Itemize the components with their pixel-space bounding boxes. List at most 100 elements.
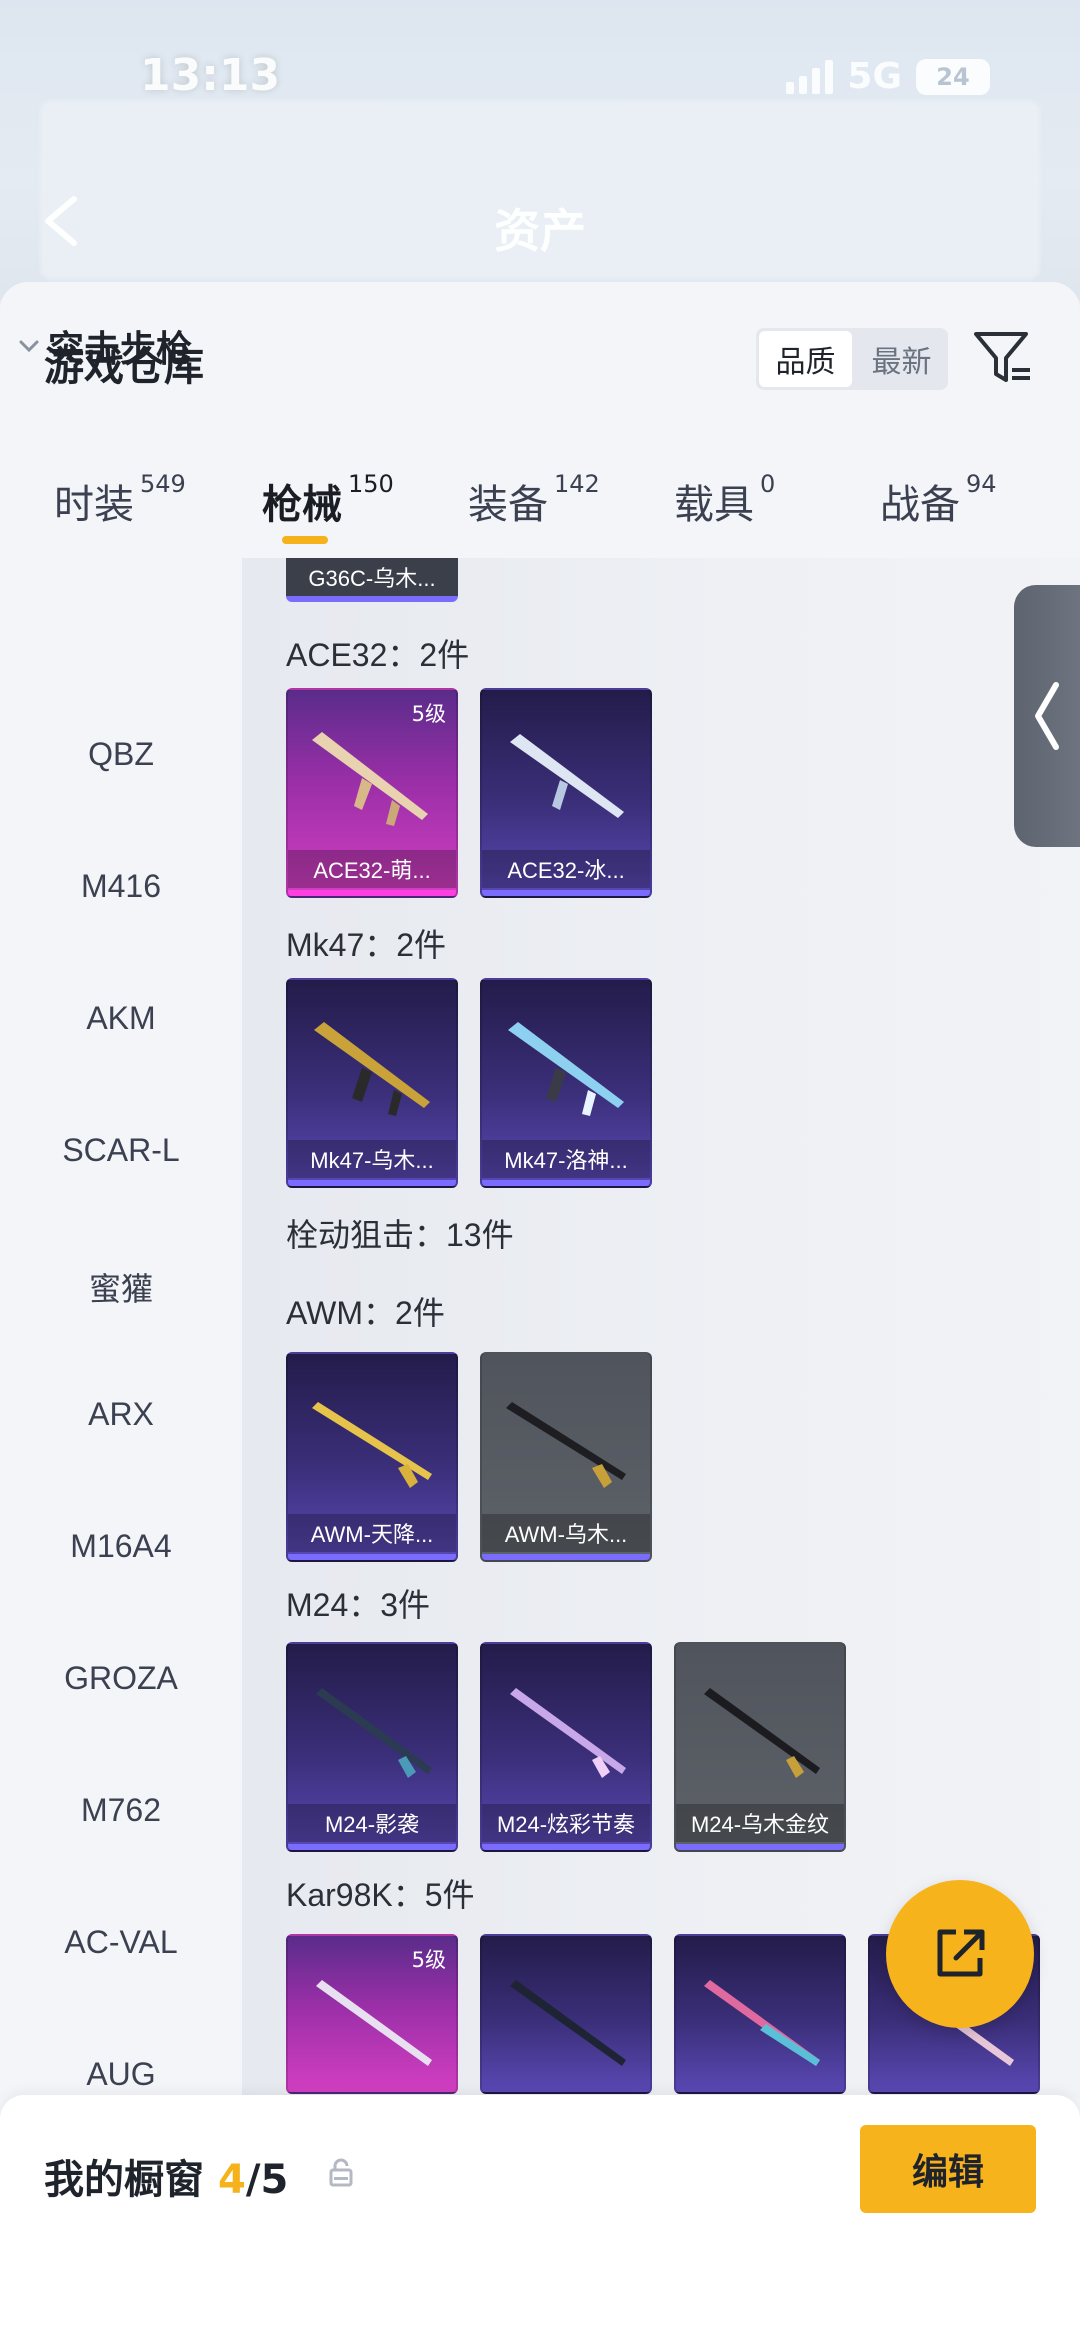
category-item-m762[interactable]: M762 [0, 1792, 242, 1829]
tab-vehicles[interactable]: 载具 0 [674, 470, 776, 530]
item-name: ACE32-萌... [288, 850, 456, 888]
chevron-down-icon [19, 340, 39, 353]
rarity-bar [482, 890, 650, 896]
rarity-bar [482, 1844, 650, 1850]
category-item-m16a4[interactable]: M16A4 [0, 1528, 242, 1565]
item-card[interactable]: AWM-乌木... [480, 1352, 652, 1562]
sniper-icon [510, 1688, 626, 1778]
lock-icon [329, 2158, 353, 2187]
rarity-bar [288, 1180, 456, 1186]
group-label: Kar98K：5件 [286, 1877, 475, 1913]
item-card-partial[interactable]: G36C-乌木... [286, 558, 458, 602]
item-name: AWM-天降... [288, 1514, 456, 1552]
rarity-bar [288, 890, 456, 896]
category-item-m416[interactable]: M416 [0, 868, 242, 905]
item-card[interactable]: Mk47-洛神... [480, 978, 652, 1188]
tab-label: 战备 [880, 482, 960, 528]
tab-count: 150 [348, 470, 394, 498]
showcase-title: 我的橱窗 4 /5 [44, 2147, 288, 2205]
category-item-akm[interactable]: AKM [0, 1000, 242, 1037]
sort-toggle: 品质 最新 [756, 328, 948, 390]
tab-label: 载具 [674, 482, 754, 528]
item-card[interactable]: AWM-天降... [286, 1352, 458, 1562]
side-panel-handle[interactable] [1014, 585, 1080, 847]
tab-weapons[interactable]: 枪械 150 [262, 470, 394, 530]
showcase-total: /5 [245, 2157, 289, 2203]
category-item-groza[interactable]: GROZA [0, 1660, 242, 1697]
sniper-icon [316, 1688, 432, 1778]
sort-quality-button[interactable]: 品质 [759, 331, 852, 387]
item-name: ACE32-冰... [482, 850, 650, 888]
group-label: ACE32：2件 [286, 637, 470, 673]
rifle-icon [312, 732, 428, 826]
chevron-left-icon [1035, 682, 1059, 750]
tab-label: 枪械 [262, 482, 342, 528]
item-card[interactable] [480, 1934, 652, 2094]
item-card[interactable]: 5级 [286, 1934, 458, 2094]
item-card[interactable] [674, 1934, 846, 2094]
rarity-bar [482, 1180, 650, 1186]
group-label: 栓动狙击：13件 [286, 1217, 514, 1253]
tab-count: 0 [760, 470, 776, 498]
item-card[interactable]: M24-炫彩节奏 [480, 1642, 652, 1852]
share-button[interactable] [886, 1880, 1034, 2028]
item-name: M24-影袭 [288, 1804, 456, 1842]
signal-icon [786, 59, 834, 94]
item-card[interactable]: 5级 ACE32-萌... [286, 688, 458, 898]
sniper-icon [704, 1688, 820, 1778]
category-item-aug[interactable]: AUG [0, 2056, 242, 2093]
rarity-bar [482, 1554, 650, 1560]
showcase-count: 4 [218, 2157, 246, 2203]
sniper-icon [312, 1402, 432, 1488]
item-name: M24-乌木金纹 [676, 1804, 844, 1842]
sniper-icon [506, 1402, 626, 1488]
rarity-bar [288, 1554, 456, 1560]
page-title: 资产 [494, 204, 586, 258]
category-tabs: 时装 549 枪械 150 装备 142 载具 0 战备 94 [0, 470, 1080, 552]
rifle-icon [510, 734, 624, 818]
tab-supplies[interactable]: 战备 94 [880, 470, 997, 530]
item-card[interactable]: M24-影袭 [286, 1642, 458, 1852]
category-item-qbz[interactable]: QBZ [0, 736, 242, 773]
group-label: M24：3件 [286, 1587, 431, 1623]
category-group-assault-rifles[interactable]: 突击步枪 [18, 320, 192, 372]
item-card[interactable]: Mk47-乌木... [286, 978, 458, 1188]
rarity-bar [676, 1844, 844, 1850]
item-name: M24-炫彩节奏 [482, 1804, 650, 1842]
filter-icon[interactable] [972, 328, 1034, 390]
category-item-honey-badger[interactable]: 蜜獾 [0, 1264, 242, 1310]
status-time: 13:13 [140, 50, 281, 101]
tab-label: 时装 [54, 482, 134, 528]
tab-costumes[interactable]: 时装 549 [54, 470, 186, 530]
category-item-ac-val[interactable]: AC-VAL [0, 1924, 242, 1961]
active-tab-indicator [282, 536, 328, 544]
edit-button[interactable]: 编辑 [860, 2125, 1036, 2213]
rifle-icon [314, 1022, 430, 1116]
tab-count: 142 [554, 470, 600, 498]
tab-equipment[interactable]: 装备 142 [468, 470, 600, 530]
sort-newest-button[interactable]: 最新 [855, 328, 948, 390]
rarity-bar [288, 1844, 456, 1850]
group-label: Mk47：2件 [286, 927, 447, 963]
item-name: Mk47-乌木... [288, 1140, 456, 1178]
item-card[interactable]: ACE32-冰... [480, 688, 652, 898]
category-item-scar-l[interactable]: SCAR-L [0, 1132, 242, 1169]
status-indicators: 5G 24 [786, 56, 990, 97]
sniper-icon [704, 1980, 820, 2066]
share-icon [937, 1929, 985, 1977]
category-group-label: 突击步枪 [48, 329, 193, 370]
sniper-icon [510, 1980, 626, 2066]
category-item-arx[interactable]: ARX [0, 1396, 242, 1433]
group-label: AWM：2件 [286, 1295, 445, 1331]
weapon-grid: G36C-乌木... ACE32：2件 5级 ACE32-萌... ACE32-… [242, 558, 1080, 2098]
showcase-label: 我的橱窗 [44, 2157, 204, 2203]
showcase-panel: 我的橱窗 4 /5 编辑 [0, 2095, 1080, 2341]
tab-count: 549 [140, 470, 186, 498]
item-name: AWM-乌木... [482, 1514, 650, 1552]
battery-level: 24 [936, 62, 970, 91]
item-card[interactable]: M24-乌木金纹 [674, 1642, 846, 1852]
tab-count: 94 [966, 470, 997, 498]
sniper-icon [316, 1980, 432, 2066]
tab-label: 装备 [468, 482, 548, 528]
battery-icon: 24 [916, 58, 990, 95]
